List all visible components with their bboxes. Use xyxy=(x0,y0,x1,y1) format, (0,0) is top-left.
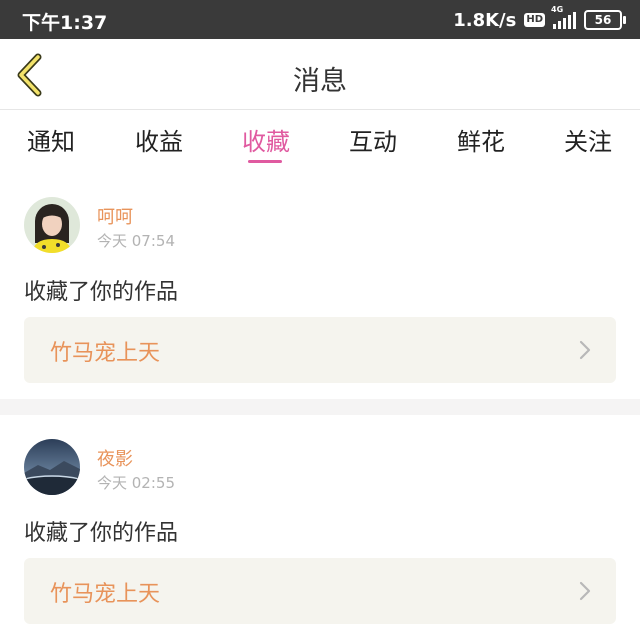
message-item: 呵呵 今天 07:54 收藏了你的作品 竹马宠上天 xyxy=(0,170,640,399)
avatar[interactable] xyxy=(24,439,80,495)
chevron-right-icon xyxy=(579,340,591,360)
signal-icon: 4G xyxy=(551,5,576,29)
tab-notifications[interactable]: 通知 xyxy=(27,122,75,157)
network-type: 4G xyxy=(551,5,564,14)
avatar-image xyxy=(24,439,80,495)
timestamp: 今天 02:55 xyxy=(97,474,175,492)
tab-following[interactable]: 关注 xyxy=(564,122,612,157)
hd-icon: HD xyxy=(524,13,545,27)
title-bar: 消息 xyxy=(0,39,640,110)
chevron-right-icon xyxy=(579,581,591,601)
tab-favorites[interactable]: 收藏 xyxy=(242,122,290,157)
tab-flowers[interactable]: 鲜花 xyxy=(457,122,505,157)
username[interactable]: 夜影 xyxy=(97,445,133,471)
work-card[interactable]: 竹马宠上天 xyxy=(24,558,616,624)
active-tab-indicator xyxy=(248,160,282,163)
battery-level: 56 xyxy=(594,13,612,27)
avatar-image xyxy=(24,197,80,253)
work-title: 竹马宠上天 xyxy=(50,341,161,366)
message-text: 收藏了你的作品 xyxy=(24,280,179,305)
username[interactable]: 呵呵 xyxy=(97,203,133,229)
page-title: 消息 xyxy=(293,66,347,97)
message-item: 夜影 今天 02:55 收藏了你的作品 竹马宠上天 xyxy=(0,415,640,639)
timestamp: 今天 07:54 xyxy=(97,232,175,250)
tab-earnings[interactable]: 收益 xyxy=(135,122,183,157)
work-title: 竹马宠上天 xyxy=(50,582,161,607)
work-card[interactable]: 竹马宠上天 xyxy=(24,317,616,383)
status-time: 下午1:37 xyxy=(22,12,108,34)
section-divider xyxy=(0,399,640,415)
status-bar: 下午1:37 1.8K/s HD 4G 56 xyxy=(0,0,640,39)
battery-icon: 56 xyxy=(584,10,626,30)
message-text: 收藏了你的作品 xyxy=(24,521,179,546)
avatar[interactable] xyxy=(24,197,80,253)
status-indicators: 1.8K/s HD 4G 56 xyxy=(453,5,626,32)
network-speed: 1.8K/s xyxy=(453,9,517,31)
tab-bar: 通知 收益 收藏 互动 鲜花 关注 xyxy=(0,110,640,170)
tab-interactions[interactable]: 互动 xyxy=(349,122,397,157)
